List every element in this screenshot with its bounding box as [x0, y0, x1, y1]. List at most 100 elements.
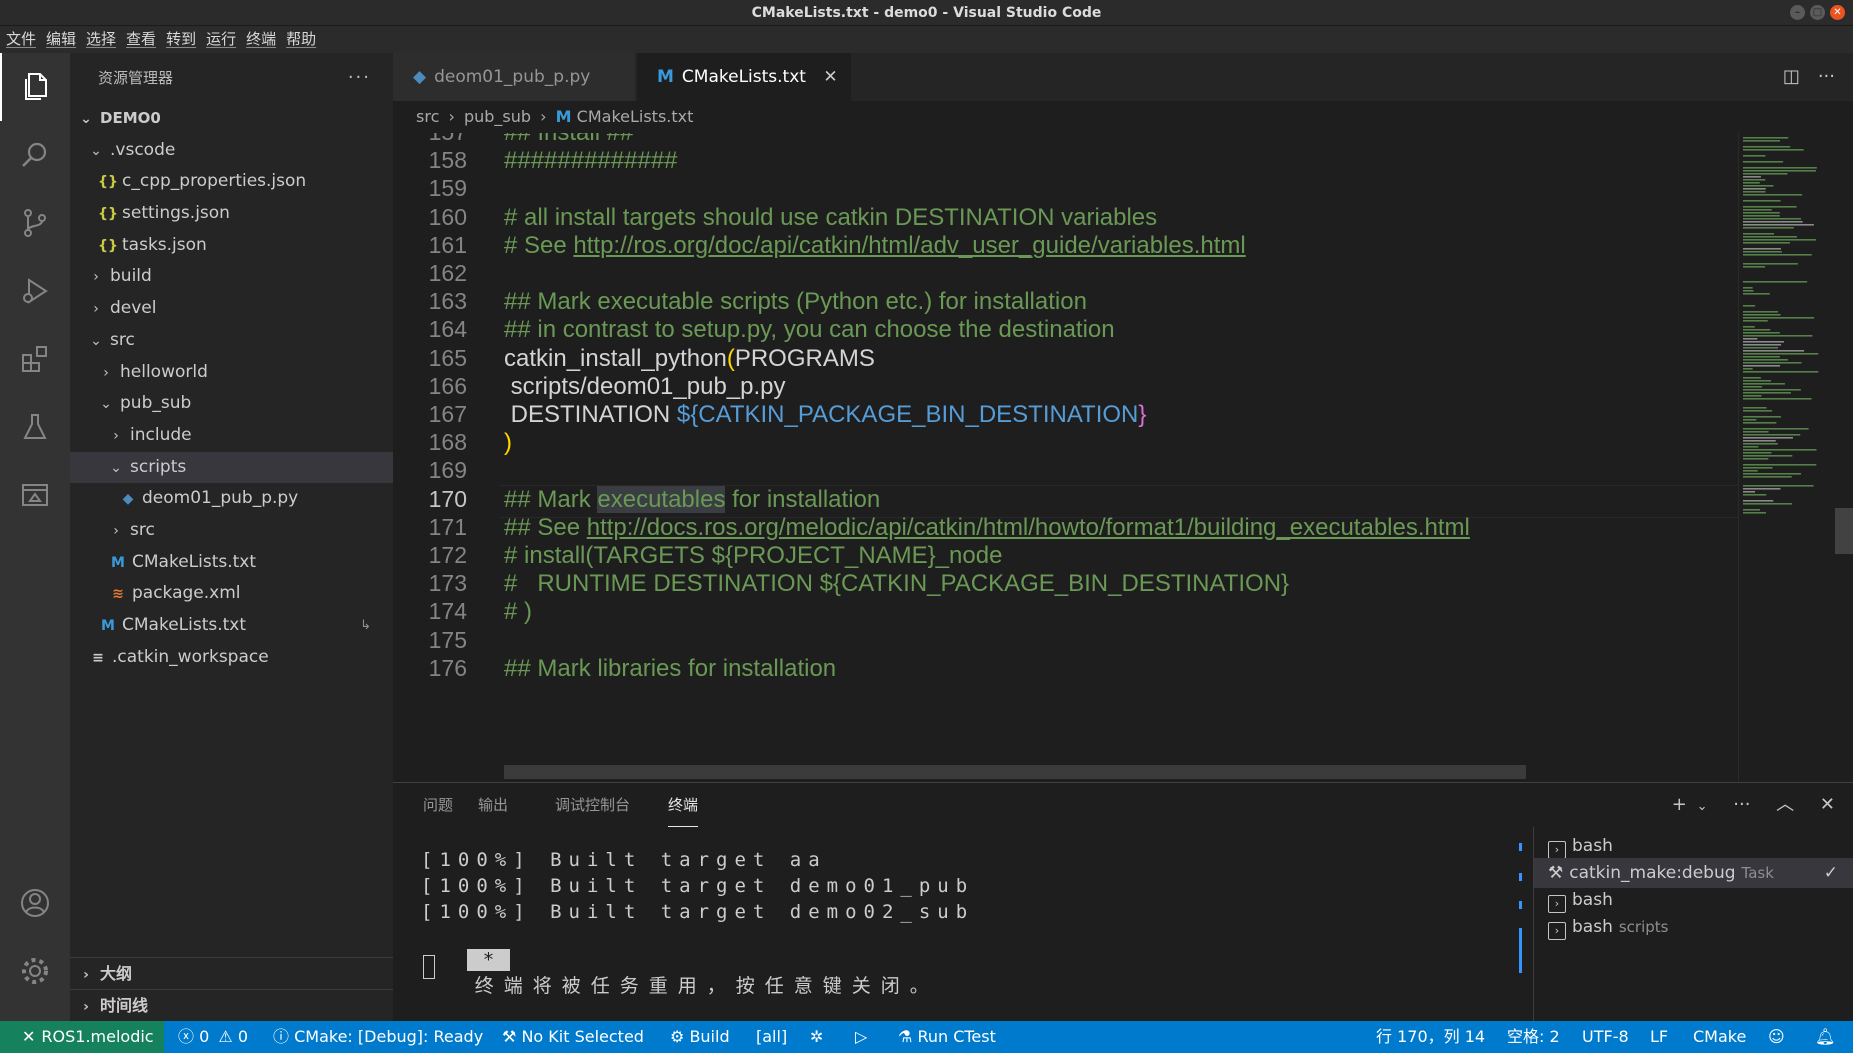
feedback-icon[interactable]: ☺ — [1768, 1021, 1785, 1053]
timeline-section[interactable]: › 时间线 — [70, 989, 393, 1021]
kit-selector[interactable]: ⚒ No Kit Selected — [502, 1021, 644, 1053]
maximize-button[interactable]: □ — [1810, 5, 1825, 20]
code-line[interactable]: # install(TARGETS ${PROJECT_NAME}_node — [504, 542, 1002, 570]
panel-more-icon[interactable]: ··· — [1733, 794, 1750, 815]
tree-folder[interactable]: › include — [70, 420, 393, 452]
vertical-scrollbar[interactable] — [1833, 133, 1853, 782]
settings-gear-icon[interactable] — [0, 937, 70, 1005]
split-editor-icon[interactable]: ◫ — [1783, 66, 1800, 87]
breadcrumb-pub-sub[interactable]: pub_sub — [464, 107, 531, 126]
build-target[interactable]: [all] — [756, 1021, 787, 1053]
menu-item[interactable]: 文件 — [6, 30, 36, 48]
tree-folder[interactable]: › devel — [70, 293, 393, 325]
code-line[interactable]: # ) — [504, 598, 532, 626]
code-line[interactable]: ) — [504, 429, 512, 457]
tree-folder[interactable]: ⌄ pub_sub — [70, 388, 393, 420]
encoding[interactable]: UTF-8 — [1582, 1021, 1629, 1053]
code-line[interactable]: ## See http://docs.ros.org/melodic/api/c… — [504, 514, 1470, 542]
terminal-list-item[interactable]: › bash scripts — [1534, 912, 1853, 942]
explorer-icon[interactable] — [0, 53, 70, 121]
remote-indicator[interactable]: ✕ ROS1.melodic — [0, 1021, 164, 1053]
breadcrumb-file[interactable]: CMakeLists.txt — [577, 107, 694, 126]
menu-item[interactable]: 查看 — [126, 30, 156, 48]
tree-folder[interactable]: › src — [70, 515, 393, 547]
menu-item[interactable]: 终端 — [246, 30, 276, 48]
tree-file[interactable]: {} tasks.json — [70, 230, 393, 262]
tree-file[interactable]: {} c_cpp_properties.json — [70, 166, 393, 198]
end-of-line[interactable]: LF — [1650, 1021, 1668, 1053]
code-line[interactable]: DESTINATION ${CATKIN_PACKAGE_BIN_DESTINA… — [504, 401, 1147, 429]
close-tab-icon[interactable]: ✕ — [823, 67, 837, 87]
language-mode[interactable]: CMake — [1693, 1021, 1746, 1053]
code-link[interactable]: http://docs.ros.org/melodic/api/catkin/h… — [587, 514, 1470, 541]
notifications-bell-icon[interactable]: 🔔︎ — [1815, 1021, 1835, 1053]
testing-icon[interactable] — [0, 393, 70, 461]
tree-file[interactable]: {} settings.json — [70, 198, 393, 230]
code-line[interactable]: ## in contrast to setup.py, you can choo… — [504, 316, 1115, 344]
breadcrumb-src[interactable]: src — [416, 107, 439, 126]
maximize-panel-icon[interactable]: ︿ — [1776, 794, 1794, 815]
extensions-icon[interactable] — [0, 325, 70, 393]
code-line[interactable]: scripts/deom01_pub_p.py — [504, 373, 786, 401]
code-line[interactable]: ## Mark libraries for installation — [504, 655, 836, 683]
tree-file[interactable]: M CMakeLists.txt — [70, 547, 393, 579]
terminal-list-item[interactable]: › bash — [1534, 831, 1853, 861]
explorer-more-button[interactable]: ··· — [348, 53, 371, 103]
problems-indicator[interactable]: ⓧ 0 ⚠ 0 — [178, 1021, 248, 1053]
close-panel-icon[interactable]: ✕ — [1820, 794, 1835, 815]
new-terminal-icon[interactable]: + — [1672, 794, 1687, 815]
code-line[interactable]: ## Mark executable scripts (Python etc.)… — [504, 288, 1087, 316]
code-line[interactable]: ## Mark executables for installation — [504, 485, 880, 514]
tab-problems[interactable]: 问题 — [423, 783, 453, 827]
menu-item[interactable]: 运行 — [206, 30, 236, 48]
build-button[interactable]: ⚙ Build — [670, 1021, 730, 1053]
run-debug-icon[interactable] — [0, 257, 70, 325]
code-line[interactable]: # all install targets should use catkin … — [504, 204, 1157, 232]
cursor-position[interactable]: 行 170，列 14 — [1376, 1021, 1485, 1053]
debug-bug-icon[interactable]: ✲ — [810, 1021, 823, 1053]
tree-file[interactable]: M CMakeLists.txt ↳ — [70, 610, 393, 642]
scrollbar-thumb[interactable] — [1835, 508, 1853, 554]
cmake-status[interactable]: ⓘ CMake: [Debug]: Ready — [273, 1021, 483, 1053]
menu-item[interactable]: 选择 — [86, 30, 116, 48]
code-line[interactable]: # See http://ros.org/doc/api/catkin/html… — [504, 232, 1246, 260]
run-ctest-button[interactable]: ⚗ Run CTest — [898, 1021, 996, 1053]
tree-folder[interactable]: ⌄ src — [70, 325, 393, 357]
tab-deom01-pub-p[interactable]: ◆ deom01_pub_p.py — [393, 53, 636, 101]
close-window-button[interactable]: ✕ — [1830, 5, 1845, 20]
accounts-icon[interactable] — [0, 869, 70, 937]
source-control-icon[interactable] — [0, 189, 70, 257]
editor-more-icon[interactable]: ··· — [1818, 66, 1835, 87]
menu-item[interactable]: 转到 — [166, 30, 196, 48]
code-line[interactable]: # RUNTIME DESTINATION ${CATKIN_PACKAGE_B… — [504, 570, 1289, 598]
tab-cmakelists[interactable]: M CMakeLists.txt ✕ — [637, 53, 851, 101]
code-line[interactable]: catkin_install_python(PROGRAMS — [504, 345, 875, 373]
code-line[interactable]: ## Install ## — [504, 133, 633, 147]
horizontal-scrollbar[interactable] — [504, 765, 1526, 779]
indentation[interactable]: 空格: 2 — [1507, 1021, 1560, 1053]
terminal-list-item[interactable]: › bash — [1534, 885, 1853, 915]
search-icon[interactable] — [0, 121, 70, 189]
terminal-list-item[interactable]: ⚒ catkin_make:debug Task ✓ — [1534, 858, 1853, 888]
code-link[interactable]: http://ros.org/doc/api/catkin/html/adv_u… — [573, 232, 1245, 259]
tree-folder[interactable]: ⌄ .vscode — [70, 135, 393, 167]
tree-file[interactable]: ≡ .catkin_workspace — [70, 642, 393, 674]
tree-file[interactable]: ◆ deom01_pub_p.py — [70, 483, 393, 515]
minimap[interactable] — [1738, 133, 1832, 782]
outline-section[interactable]: › 大纲 — [70, 957, 393, 989]
terminal-cursor[interactable] — [423, 955, 435, 979]
tree-folder[interactable]: › helloworld — [70, 357, 393, 389]
minimize-button[interactable]: – — [1790, 5, 1805, 20]
workspace-root[interactable]: ⌄ DEMO0 — [70, 103, 393, 135]
code-line[interactable]: ############# — [504, 147, 678, 175]
remote-explorer-icon[interactable] — [0, 461, 70, 529]
tree-folder[interactable]: › build — [70, 261, 393, 293]
code-editor[interactable]: 157 ## Install ## 158 ############# 159160 # … — [393, 133, 1738, 782]
chevron-down-icon[interactable]: ⌄ — [1697, 799, 1708, 814]
tab-terminal[interactable]: 终端 — [668, 783, 699, 827]
menu-item[interactable]: 帮助 — [286, 30, 316, 48]
menu-item[interactable]: 编辑 — [46, 30, 76, 48]
tab-debug-console[interactable]: 调试控制台 — [555, 783, 630, 827]
run-play-icon[interactable]: ▷ — [855, 1021, 867, 1053]
tree-file[interactable]: ≋ package.xml — [70, 578, 393, 610]
